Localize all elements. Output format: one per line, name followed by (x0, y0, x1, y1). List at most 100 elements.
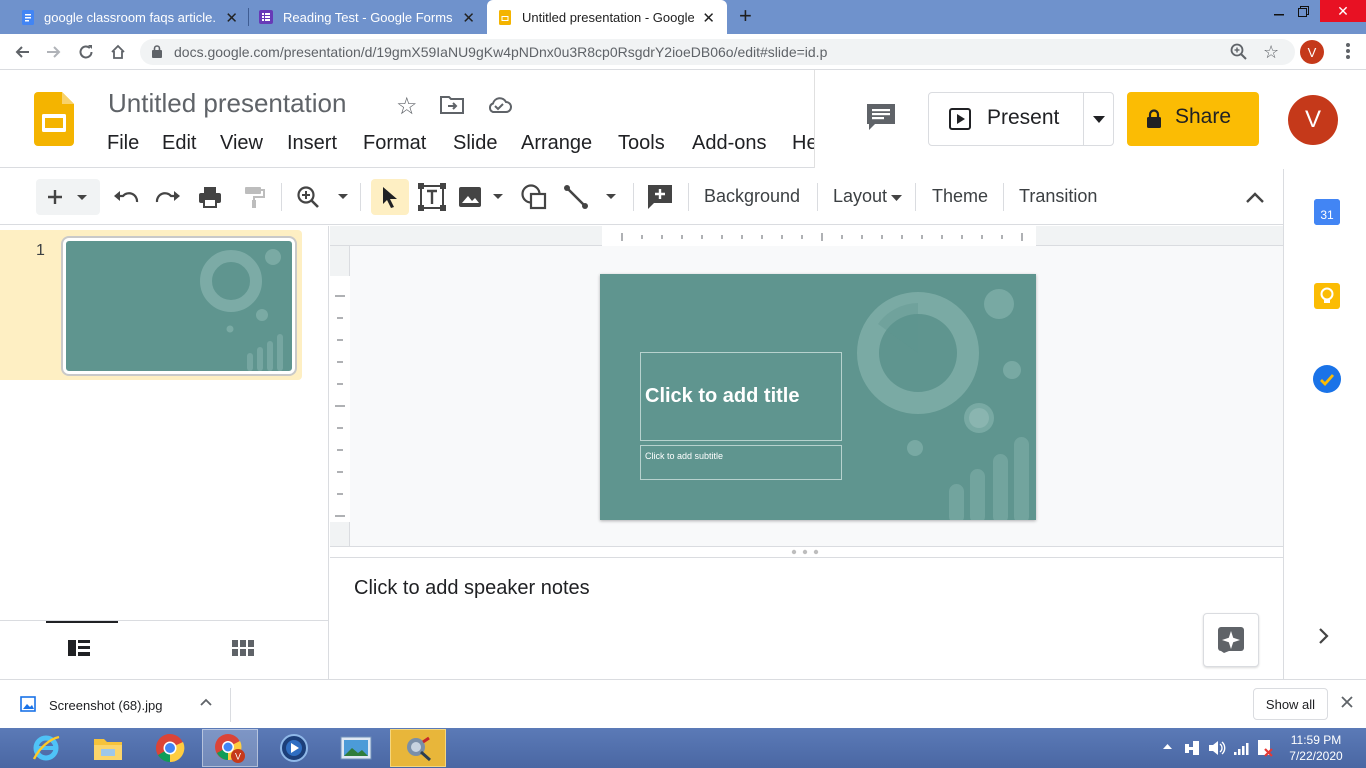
explore-button[interactable] (1203, 613, 1259, 667)
present-label: Present (987, 106, 1060, 129)
menu-edit[interactable]: Edit (162, 132, 196, 155)
close-icon[interactable] (1341, 696, 1353, 708)
forward-arrow-icon[interactable] (42, 40, 66, 64)
slides-logo-icon[interactable] (34, 92, 74, 146)
browser-tabstrip: google classroom faqs article.do ✕ Readi… (0, 0, 1366, 34)
collapse-chevron-up-icon[interactable] (1245, 191, 1265, 203)
chrome-icon[interactable] (142, 729, 198, 767)
download-filename[interactable]: Screenshot (68).jpg (49, 698, 162, 713)
volume-icon[interactable] (1208, 740, 1226, 756)
comments-icon[interactable] (865, 102, 897, 132)
slide-canvas-area: Click to add title Click to add subtitle (330, 226, 1283, 546)
window-close-icon[interactable]: ✕ (1320, 0, 1366, 22)
subtitle-placeholder-text: Click to add subtitle (645, 451, 724, 461)
toolbar-divider (915, 183, 916, 211)
close-icon[interactable]: ✕ (702, 9, 715, 27)
slides-header: Untitled presentation ☆ File Edit View I… (0, 70, 1366, 168)
document-title[interactable]: Untitled presentation (108, 88, 346, 119)
menu-view[interactable]: View (220, 132, 263, 155)
undo-icon[interactable] (110, 179, 142, 215)
move-folder-icon[interactable] (440, 94, 464, 114)
cloud-status-icon[interactable] (486, 96, 512, 114)
browser-menu-icon[interactable] (1345, 41, 1351, 61)
select-cursor-icon[interactable] (371, 179, 409, 215)
tray-chevron-up-icon[interactable] (1163, 743, 1172, 749)
speaker-notes[interactable]: Click to add speaker notes (330, 546, 1283, 679)
zoom-icon[interactable] (1230, 43, 1248, 61)
tasks-icon[interactable] (1313, 365, 1341, 393)
add-comment-icon[interactable] (643, 179, 677, 215)
browser-tab-docs[interactable]: google classroom faqs article.do ✕ (0, 0, 248, 34)
toolbar-divider (817, 183, 818, 211)
slide[interactable]: Click to add title Click to add subtitle (600, 274, 1036, 520)
menu-arrange[interactable]: Arrange (521, 132, 592, 155)
file-explorer-icon[interactable] (80, 729, 136, 767)
line-tool-button[interactable] (562, 179, 622, 215)
calendar-icon[interactable]: 31 (1314, 199, 1340, 225)
tab-title: Reading Test - Google Forms (283, 9, 453, 25)
present-button[interactable]: Present (929, 93, 1083, 145)
redo-icon[interactable] (152, 179, 184, 215)
horizontal-ruler (330, 226, 1283, 246)
plus-icon (48, 190, 87, 204)
print-icon[interactable] (194, 179, 226, 215)
media-player-icon[interactable] (266, 729, 322, 767)
text-box-icon[interactable] (414, 179, 450, 215)
share-button[interactable]: Share (1127, 92, 1259, 146)
shape-icon[interactable] (517, 179, 551, 215)
zoom-in-icon (297, 186, 348, 208)
close-icon[interactable]: ✕ (225, 9, 238, 27)
menu-file[interactable]: File (107, 132, 139, 155)
toolbar-divider (360, 183, 361, 211)
reload-icon[interactable] (74, 40, 98, 64)
calendar-day: 31 (1314, 205, 1340, 225)
ie-icon[interactable] (18, 729, 74, 767)
network-device-icon[interactable] (1184, 740, 1200, 756)
omnibox[interactable]: docs.google.com/presentation/d/19gmX59Ia… (140, 39, 1295, 65)
present-dropdown-button[interactable] (1085, 93, 1113, 145)
bookmark-star-icon[interactable]: ☆ (1263, 42, 1279, 63)
menu-insert[interactable]: Insert (287, 132, 337, 155)
zoom-button[interactable] (294, 179, 354, 215)
system-clock[interactable]: 11:59 PM 7/22/2020 (1286, 732, 1346, 764)
new-tab-button[interactable]: + (739, 5, 752, 27)
title-placeholder[interactable]: Click to add title (640, 352, 842, 441)
browser-tab-slides[interactable]: Untitled presentation - Google Sl ✕ (487, 0, 727, 34)
keep-icon[interactable] (1314, 283, 1340, 309)
ruler-active-area (602, 226, 1036, 246)
theme-button[interactable]: Theme (932, 186, 988, 207)
photo-viewer-icon[interactable] (328, 729, 384, 767)
back-arrow-icon[interactable] (10, 40, 34, 64)
chevron-up-icon[interactable] (200, 698, 212, 706)
profile-avatar[interactable]: V (1300, 40, 1324, 64)
close-icon[interactable]: ✕ (462, 9, 475, 27)
action-center-icon[interactable] (1257, 739, 1273, 757)
transition-button[interactable]: Transition (1019, 186, 1097, 207)
insert-image-button[interactable] (456, 179, 508, 215)
browser-tab-forms[interactable]: Reading Test - Google Forms ✕ (249, 0, 487, 34)
home-icon[interactable] (106, 40, 130, 64)
snipping-tool-icon[interactable] (390, 729, 446, 767)
menu-slide[interactable]: Slide (453, 132, 497, 155)
expand-chevron-right-icon[interactable] (1318, 627, 1330, 645)
signal-icon[interactable] (1233, 740, 1249, 756)
grid-view-icon[interactable] (232, 640, 254, 656)
resize-handle-icon[interactable] (790, 548, 820, 556)
slide-thumbnail-selected[interactable]: 1 (0, 230, 302, 380)
show-all-button[interactable]: Show all (1253, 688, 1328, 720)
filmstrip-view-icon[interactable] (68, 640, 90, 656)
subtitle-placeholder[interactable]: Click to add subtitle (640, 445, 842, 480)
menu-tools[interactable]: Tools (618, 132, 665, 155)
speaker-notes-placeholder[interactable]: Click to add speaker notes (354, 577, 590, 600)
account-avatar[interactable]: V (1288, 95, 1338, 145)
paint-format-icon[interactable] (238, 179, 270, 215)
background-button[interactable]: Background (704, 186, 800, 207)
menu-addons[interactable]: Add-ons (692, 132, 767, 155)
star-icon[interactable]: ☆ (396, 92, 418, 121)
toolbar-divider (688, 183, 689, 211)
new-slide-button[interactable] (36, 179, 100, 215)
download-divider (230, 688, 231, 722)
menu-format[interactable]: Format (363, 132, 426, 155)
chrome-profile-icon[interactable]: V (202, 729, 258, 767)
layout-button[interactable]: Layout (833, 186, 887, 207)
